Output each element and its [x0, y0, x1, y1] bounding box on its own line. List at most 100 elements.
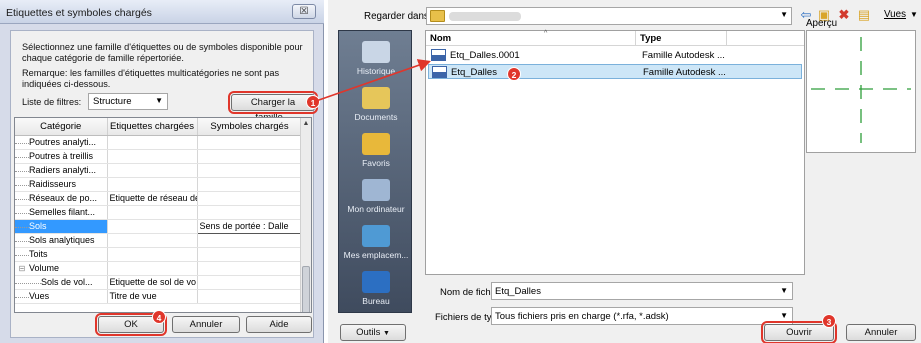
category-cell[interactable]: Poutres analyti... — [15, 135, 108, 150]
category-cell[interactable]: Semelles filant... — [15, 205, 108, 220]
file-name-input[interactable]: Etq_Dalles ▼ — [491, 282, 793, 300]
category-cell[interactable]: ⊟ Volume — [15, 261, 108, 276]
tags-cell[interactable] — [107, 177, 198, 192]
tags-cell[interactable] — [107, 261, 198, 276]
filter-dropdown[interactable]: Structure ▼ — [88, 93, 168, 110]
category-cell[interactable]: Poutres à treillis — [15, 149, 108, 164]
category-cell[interactable]: Réseaux de po... — [15, 191, 108, 206]
scrollbar-thumb[interactable] — [302, 266, 310, 312]
category-cell[interactable]: Vues — [15, 289, 108, 304]
remark-text: Remarque: les familles d'étiquettes mult… — [22, 68, 280, 89]
category-cell[interactable]: Sols de vol... — [15, 275, 108, 290]
table-row[interactable]: Raidisseurs — [15, 177, 303, 192]
symbols-cell[interactable] — [197, 233, 303, 248]
symbols-cell[interactable] — [197, 135, 303, 150]
category-label: Volume — [29, 263, 60, 273]
file-row[interactable]: Etq_Dalles.0001 Famille Autodesk ... — [428, 48, 802, 63]
step-badge-4: 4 — [152, 310, 166, 324]
dialog-title: Etiquettes et symboles chargés — [6, 7, 152, 19]
column-header-type[interactable]: Type — [640, 33, 661, 44]
file-type: Famille Autodesk ... — [643, 67, 726, 78]
new-folder-icon[interactable]: ▤ — [856, 7, 872, 22]
place-label: Mes emplacem... — [343, 250, 409, 260]
scroll-up-icon[interactable]: ▲ — [301, 120, 311, 130]
symbols-cell[interactable] — [197, 177, 303, 192]
category-label: Poutres analyti... — [29, 137, 97, 147]
place-label: Mon ordinateur — [347, 204, 405, 214]
tree-line-icon — [15, 193, 29, 200]
views-menu[interactable]: Vues — [884, 9, 906, 20]
file-type-dropdown[interactable]: Tous fichiers pris en charge (*.rfa, *.a… — [491, 307, 793, 325]
table-row[interactable]: Toits — [15, 247, 303, 262]
symbols-cell[interactable] — [197, 191, 303, 206]
symbols-cell[interactable] — [197, 205, 303, 220]
table-row[interactable]: Radiers analyti... — [15, 163, 303, 178]
cancel-button[interactable]: Annuler — [846, 324, 916, 341]
symbols-cell[interactable]: Sens de portée : Dalle — [196, 218, 303, 234]
column-header-symbols[interactable]: Symboles chargés — [197, 118, 303, 136]
place-desktop[interactable]: Bureau — [339, 271, 413, 306]
tags-cell[interactable] — [107, 163, 198, 178]
look-in-dropdown[interactable]: ▼ — [426, 7, 792, 25]
file-row[interactable]: Etq_Dalles Famille Autodesk ... 2 — [428, 64, 802, 81]
table-row[interactable]: Sols de vol... Etiquette de sol de vo — [15, 275, 303, 290]
symbols-cell[interactable] — [197, 289, 303, 304]
table-row[interactable]: Poutres à treillis — [15, 149, 303, 164]
column-header-name[interactable]: Nom — [430, 33, 451, 44]
category-cell[interactable]: Toits — [15, 247, 108, 262]
table-row[interactable]: Vues Titre de vue — [15, 289, 303, 304]
tree-line-icon — [15, 151, 29, 158]
symbols-cell[interactable] — [197, 247, 303, 262]
close-button[interactable]: ☒ — [292, 4, 316, 19]
tags-cell[interactable] — [107, 205, 198, 220]
chevron-down-icon[interactable]: ▼ — [910, 10, 918, 19]
table-row[interactable]: Réseaux de po... Etiquette de réseau de — [15, 191, 303, 206]
place-computer[interactable]: Mon ordinateur — [339, 179, 413, 214]
open-button[interactable]: Ouvrir — [761, 321, 837, 343]
tags-cell[interactable] — [107, 247, 198, 262]
table-row[interactable]: Semelles filant... — [15, 205, 303, 220]
category-cell[interactable]: Sols — [15, 219, 108, 234]
look-in-label: Regarder dans: — [364, 11, 432, 22]
symbols-cell[interactable] — [197, 163, 303, 178]
symbols-cell[interactable] — [197, 261, 303, 276]
column-header-category[interactable]: Catégorie — [15, 118, 108, 136]
column-header-tags[interactable]: Etiquettes chargées — [107, 118, 198, 136]
tools-button[interactable]: Outils ▼ — [340, 324, 406, 341]
tags-cell[interactable] — [107, 219, 198, 234]
cancel-button[interactable]: Annuler — [172, 316, 240, 333]
table-row[interactable]: Sols Sens de portée : Dalle — [15, 218, 303, 234]
tags-cell[interactable]: Etiquette de réseau de — [107, 191, 198, 206]
help-button[interactable]: Aide — [246, 316, 312, 333]
table-row[interactable]: ⊟ Volume — [15, 261, 303, 276]
tags-cell[interactable] — [107, 233, 198, 248]
grid-scrollbar[interactable]: ▲ ▼ — [300, 118, 311, 312]
table-row[interactable]: Poutres analyti... — [15, 135, 303, 150]
category-cell[interactable]: Radiers analyti... — [15, 163, 108, 178]
column-separator[interactable] — [726, 31, 727, 46]
category-grid: Catégorie Etiquettes chargées Symboles c… — [14, 117, 312, 313]
place-history[interactable]: Historique — [339, 41, 413, 76]
tags-cell[interactable]: Etiquette de sol de vo — [107, 275, 198, 290]
tags-cell[interactable]: Titre de vue — [107, 289, 198, 304]
favorites-icon — [362, 133, 390, 155]
grid-header-row: Catégorie Etiquettes chargées Symboles c… — [15, 118, 303, 136]
category-cell[interactable]: Raidisseurs — [15, 177, 108, 192]
category-cell[interactable]: Sols analytiques — [15, 233, 108, 248]
symbols-cell[interactable] — [197, 275, 303, 290]
place-documents[interactable]: Documents — [339, 87, 413, 122]
place-network-places[interactable]: Mes emplacem... — [339, 225, 413, 260]
collapse-icon[interactable]: ⊟ — [15, 264, 29, 273]
category-label: Radiers analyti... — [29, 165, 97, 175]
tags-cell[interactable] — [107, 135, 198, 150]
delete-icon[interactable]: ✖ — [836, 7, 852, 22]
table-row[interactable]: Sols analytiques — [15, 233, 303, 248]
place-favorites[interactable]: Favoris — [339, 133, 413, 168]
column-separator[interactable] — [635, 31, 636, 46]
symbols-cell[interactable] — [197, 149, 303, 164]
load-family-button[interactable]: Charger la famille... — [228, 91, 318, 123]
tags-cell[interactable] — [107, 149, 198, 164]
chevron-down-icon[interactable]: ▼ — [780, 286, 788, 295]
file-list-header: Nom ^ Type — [426, 30, 804, 46]
preview-pane — [806, 30, 916, 153]
